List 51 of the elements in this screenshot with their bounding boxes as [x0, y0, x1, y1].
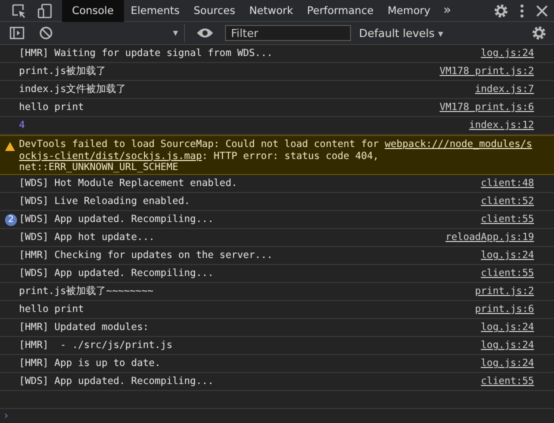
source-link[interactable]: reloadApp.js:19	[446, 232, 534, 243]
log-message: index.js文件被加载了	[19, 83, 128, 96]
log-message: [WDS] App updated. Recompiling...	[19, 268, 215, 279]
tab[interactable]: Sources	[186, 0, 242, 22]
log-message: [HMR] - ./src/js/print.js	[19, 340, 174, 351]
log-message: [HMR] Checking for updates on the server...	[19, 250, 274, 261]
source-map-link[interactable]: webpack:///node_modules/s	[384, 139, 532, 150]
warning-message: net::ERR_UNKNOWN_URL_SCHEME	[19, 162, 178, 174]
log-message: [WDS] Hot Module Replacement enabled.	[19, 178, 238, 189]
context-dropdown[interactable]: ▾	[60, 24, 185, 42]
log-message: [WDS] Live Reloading enabled.	[19, 196, 192, 207]
tab[interactable]: Performance	[300, 0, 381, 22]
source-link[interactable]: print.js:6	[475, 304, 534, 315]
source-link[interactable]: client:48	[480, 178, 534, 189]
source-map-link[interactable]: ockjs-client/dist/sockjs.js.map	[19, 150, 202, 162]
more-tabs-button[interactable]: »	[443, 0, 452, 22]
source-link[interactable]: VM178 print.js:2	[440, 66, 534, 77]
source-link[interactable]: VM178 print.js:6	[440, 102, 534, 113]
log-message: [HMR] Updated modules:	[19, 322, 150, 333]
log-message: [HMR] Waiting for update signal from WDS...	[19, 48, 274, 59]
source-link[interactable]: log.js:24	[480, 250, 534, 261]
source-link[interactable]: index.js:12	[469, 120, 534, 131]
log-message: [WDS] App updated. Recompiling...	[19, 214, 215, 225]
source-link[interactable]: log.js:24	[480, 322, 534, 333]
prompt-icon: ›	[4, 410, 8, 422]
source-link[interactable]: print.js:2	[475, 286, 534, 297]
tab[interactable]: Elements	[124, 0, 187, 22]
log-message: print.js被加载了	[19, 65, 108, 78]
source-link[interactable]: index.js:7	[475, 84, 534, 95]
source-link[interactable]: log.js:24	[480, 48, 534, 59]
source-link[interactable]: client:55	[480, 268, 534, 279]
source-link[interactable]: client:55	[480, 376, 534, 387]
log-message: [WDS] App updated. Recompiling...	[19, 376, 215, 387]
source-link[interactable]: log.js:24	[480, 358, 534, 369]
tab[interactable]: Console	[62, 0, 124, 22]
repeat-count-badge: 2	[5, 214, 17, 226]
log-levels-dropdown[interactable]: Default levels ▾	[359, 26, 444, 40]
warning-message: : HTTP error: status code 404,	[202, 150, 379, 162]
warning-message: DevTools failed to load SourceMap: Could not load content for	[19, 139, 380, 150]
filter-field[interactable]: Filter	[225, 25, 351, 41]
log-message: print.js被加载了~~~~~~~~	[19, 285, 154, 298]
source-link[interactable]: client:52	[480, 196, 534, 207]
tab[interactable]: Memory	[380, 0, 438, 22]
log-message: hello print	[19, 102, 85, 113]
source-link[interactable]: client:55	[480, 214, 534, 225]
source-link[interactable]: log.js:24	[480, 340, 534, 351]
tab[interactable]: Network	[242, 0, 300, 22]
log-message: [WDS] App hot update...	[19, 232, 156, 243]
log-message: 4	[19, 120, 26, 131]
log-message: [HMR] App is up to date.	[19, 358, 162, 369]
log-message: hello print	[19, 304, 85, 315]
